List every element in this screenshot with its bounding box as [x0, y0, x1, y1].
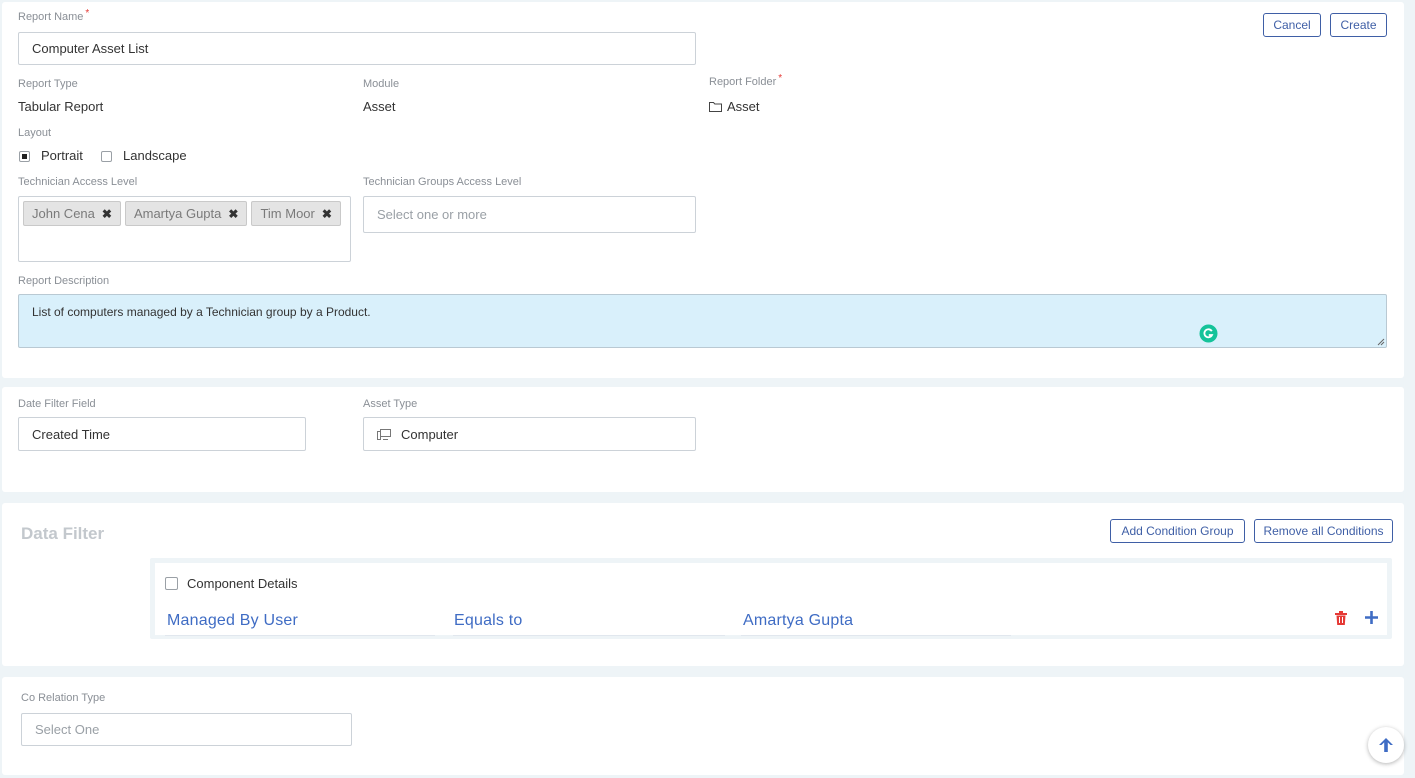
cancel-button[interactable]: Cancel: [1263, 13, 1321, 37]
tag-chip: Tim Moor ✖: [251, 201, 341, 226]
condition-group-body: Component Details Managed By User Equals…: [155, 563, 1387, 636]
remove-all-conditions-button[interactable]: Remove all Conditions: [1254, 519, 1393, 543]
module-label: Module: [363, 78, 400, 90]
report-name-label: Report Name *: [18, 8, 90, 23]
technician-groups-input[interactable]: Select one or more: [363, 196, 696, 233]
landscape-radio[interactable]: [101, 151, 112, 162]
date-filter-select[interactable]: Created Time: [18, 417, 306, 451]
condition-field[interactable]: Managed By User: [167, 612, 298, 630]
condition-operator[interactable]: Equals to: [454, 612, 523, 630]
asset-type-label: Asset Type: [363, 398, 418, 410]
computer-icon: [377, 428, 391, 440]
layout-label: Layout: [18, 127, 52, 139]
add-condition-group-button[interactable]: Add Condition Group: [1110, 519, 1245, 543]
portrait-radio[interactable]: [19, 151, 30, 162]
field-underline: [165, 635, 435, 636]
data-filter-panel: Data Filter Add Condition Group Remove a…: [2, 503, 1404, 666]
report-name-input[interactable]: Computer Asset List: [18, 32, 696, 65]
tag-chip: John Cena ✖: [23, 201, 121, 226]
report-type-label: Report Type: [18, 78, 78, 90]
asset-type-select[interactable]: Computer: [363, 417, 696, 451]
report-folder-value[interactable]: Asset: [709, 99, 760, 114]
technician-access-multiselect[interactable]: John Cena ✖ Amartya Gupta ✖ Tim Moor ✖: [18, 196, 351, 262]
condition-value[interactable]: Amartya Gupta: [743, 612, 853, 630]
tag-chip: Amartya Gupta ✖: [124, 201, 248, 226]
report-details-panel: Report Name * Computer Asset List Cancel …: [2, 2, 1404, 378]
remove-tag-icon[interactable]: ✖: [228, 207, 238, 221]
date-filter-label: Date Filter Field: [18, 398, 96, 410]
component-details-label: Component Details: [187, 576, 298, 591]
report-folder-label: Report Folder *: [709, 73, 783, 88]
data-filter-title: Data Filter: [21, 524, 105, 543]
report-type-value: Tabular Report: [18, 99, 104, 114]
co-relation-panel: Co Relation Type Select One: [2, 677, 1404, 775]
condition-group: Component Details Managed By User Equals…: [150, 558, 1392, 639]
add-condition-icon[interactable]: [1365, 611, 1378, 624]
report-description-label: Report Description: [18, 275, 110, 287]
arrow-up-icon: [1379, 738, 1393, 752]
resize-handle-icon[interactable]: [1377, 338, 1385, 346]
co-relation-label: Co Relation Type: [21, 692, 106, 704]
report-description-textarea[interactable]: List of computers managed by a Technicia…: [18, 294, 1387, 348]
folder-icon: [709, 102, 722, 112]
create-button[interactable]: Create: [1330, 13, 1387, 37]
technician-access-label: Technician Access Level: [18, 176, 138, 188]
scroll-to-top-button[interactable]: [1368, 727, 1404, 763]
delete-condition-icon[interactable]: [1335, 611, 1347, 625]
module-value: Asset: [363, 99, 396, 114]
technician-groups-label: Technician Groups Access Level: [363, 176, 522, 188]
filter-fields-panel: Date Filter Field Created Time Asset Typ…: [2, 387, 1404, 492]
grammarly-icon[interactable]: [1199, 324, 1218, 343]
value-underline: [741, 635, 1011, 636]
landscape-label: Landscape: [123, 148, 187, 163]
remove-tag-icon[interactable]: ✖: [102, 207, 112, 221]
operator-underline: [453, 635, 725, 636]
co-relation-select[interactable]: Select One: [21, 713, 352, 746]
remove-tag-icon[interactable]: ✖: [322, 207, 332, 221]
component-details-checkbox[interactable]: [165, 577, 178, 590]
portrait-label: Portrait: [41, 148, 83, 163]
